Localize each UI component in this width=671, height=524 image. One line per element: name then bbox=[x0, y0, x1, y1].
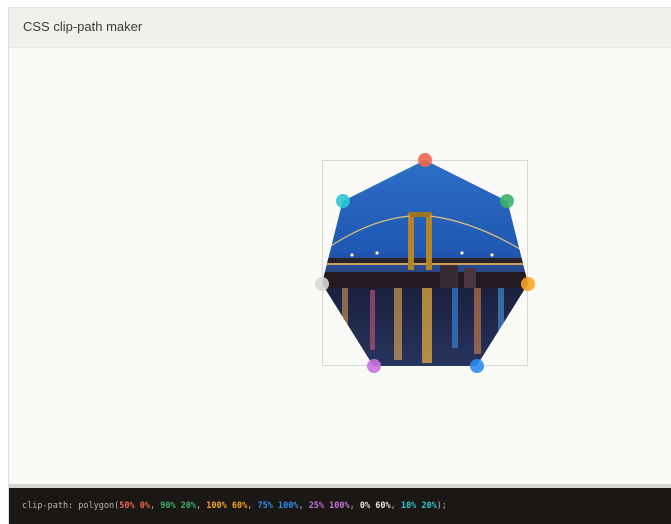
vertex-handle-6[interactable] bbox=[315, 276, 329, 291]
code-point-2: 90% 20% bbox=[160, 501, 197, 511]
code-point-4: 75% 100% bbox=[257, 501, 299, 511]
code-point-1: 50% 0% bbox=[119, 501, 150, 511]
vertex-handle-1[interactable] bbox=[418, 153, 432, 167]
vertex-handle-4[interactable] bbox=[469, 359, 484, 373]
code-point-7: 10% 20% bbox=[400, 501, 437, 511]
vertex-handle-5[interactable] bbox=[366, 359, 381, 373]
vertex-handle-3[interactable] bbox=[521, 276, 535, 291]
code-point-5: 25% 100% bbox=[308, 501, 350, 511]
code-point-6: 0% 60% bbox=[359, 501, 391, 511]
bridge-photo bbox=[322, 160, 528, 366]
clip-path-code[interactable]: clip-path: polygon(50% 0%, 90% 20%, 100%… bbox=[22, 501, 447, 511]
clipped-image bbox=[322, 160, 528, 366]
code-output-bar: clip-path: polygon(50% 0%, 90% 20%, 100%… bbox=[9, 484, 671, 524]
code-point-3: 100% 60% bbox=[206, 501, 248, 511]
vertex-handle-7[interactable] bbox=[335, 194, 350, 209]
editor-stage bbox=[9, 48, 671, 485]
app-window: CSS clip-path maker clip-path: polygon(5… bbox=[8, 7, 671, 524]
app-header: CSS clip-path maker bbox=[9, 8, 671, 48]
app-title: CSS clip-path maker bbox=[23, 19, 143, 34]
